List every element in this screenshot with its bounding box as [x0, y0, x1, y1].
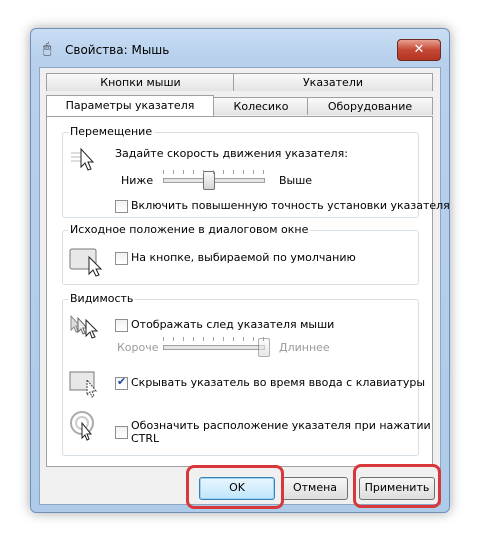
slider-tick: [213, 170, 214, 174]
show-location-icon: [70, 411, 94, 441]
visibility-group-title: Видимость: [68, 292, 136, 305]
slider-tick: [173, 337, 174, 341]
pointer-speed-icon: [71, 147, 95, 171]
slider-tick: [193, 170, 194, 174]
precision-label: Включить повышенную точность установки у…: [131, 199, 450, 212]
trails-slider-thumb[interactable]: [258, 338, 270, 357]
slider-tick: [223, 170, 224, 174]
speed-label: Задайте скорость движения указателя:: [115, 147, 348, 160]
tab-pointer-options[interactable]: Параметры указателя: [46, 95, 214, 116]
pointer-trails-icon: [70, 314, 99, 339]
slider-tick: [203, 337, 204, 341]
slider-tick: [253, 337, 254, 341]
cancel-button[interactable]: Отмена: [282, 477, 348, 500]
slider-tick: [243, 337, 244, 341]
slider-tick: [253, 170, 254, 174]
speed-slow-label: Ниже: [121, 174, 154, 187]
slider-tick: [183, 337, 184, 341]
dialog-window: 🖱 Свойства: Мышь ✕ Кнопки мыши Указатели…: [30, 28, 450, 513]
title-bar[interactable]: 🖱 Свойства: Мышь ✕: [31, 29, 449, 67]
slider-tick: [203, 170, 204, 174]
tab-pointers[interactable]: Указатели: [233, 73, 433, 91]
snap-to-icon: [69, 248, 103, 277]
slider-tick: [213, 337, 214, 341]
slider-tick: [173, 170, 174, 174]
show-location-checkbox[interactable]: [115, 426, 128, 439]
snap-group: Исходное положение в диалоговом окне На …: [62, 223, 419, 285]
trails-short-label: Короче: [117, 341, 159, 354]
tab-buttons[interactable]: Кнопки мыши: [46, 73, 235, 91]
slider-tick: [263, 337, 264, 341]
hide-pointer-checkbox[interactable]: [115, 375, 128, 390]
tab-wheel[interactable]: Колесико: [213, 97, 309, 115]
trails-label: Отображать след указателя мыши: [131, 318, 335, 331]
hide-pointer-icon: [69, 371, 98, 398]
mouse-icon: 🖱: [43, 41, 52, 57]
show-location-label-line1: Обозначить расположение указателя при на…: [131, 419, 431, 432]
slider-tick: [193, 337, 194, 341]
slider-tick: [163, 337, 164, 341]
speed-fast-label: Выше: [279, 174, 313, 187]
slider-tick: [183, 170, 184, 174]
slider-tick: [233, 337, 234, 341]
hide-pointer-label: Скрывать указатель во время ввода с клав…: [131, 376, 426, 389]
visibility-group: Видимость Отображать след указателя мыши…: [62, 292, 431, 456]
tab-panel: Перемещение Задайте скорость движения ук…: [46, 116, 450, 467]
ok-highlight-frame: [186, 465, 284, 509]
slider-tick: [263, 170, 264, 174]
slider-tick: [223, 337, 224, 341]
dialog-client: Кнопки мыши Указатели Параметры указател…: [39, 67, 450, 509]
snap-label: На кнопке, выбираемой по умолчанию: [131, 251, 356, 264]
tab-hardware[interactable]: Оборудование: [307, 97, 433, 115]
show-location-label-line2: CTRL: [131, 432, 160, 445]
trails-checkbox[interactable]: [115, 319, 128, 332]
trails-slider-track[interactable]: [163, 345, 265, 350]
trails-long-label: Длиннее: [279, 341, 330, 354]
close-button[interactable]: ✕: [397, 39, 441, 61]
snap-group-title: Исходное положение в диалоговом окне: [68, 223, 311, 236]
slider-tick: [243, 170, 244, 174]
window-title: Свойства: Мышь: [65, 43, 170, 57]
motion-group-title: Перемещение: [68, 125, 155, 138]
motion-group: Перемещение Задайте скорость движения ук…: [62, 125, 450, 218]
slider-tick: [233, 170, 234, 174]
snap-checkbox[interactable]: [115, 252, 128, 265]
slider-tick: [163, 170, 164, 174]
apply-highlight-frame: [353, 464, 441, 508]
precision-checkbox[interactable]: [115, 200, 128, 213]
